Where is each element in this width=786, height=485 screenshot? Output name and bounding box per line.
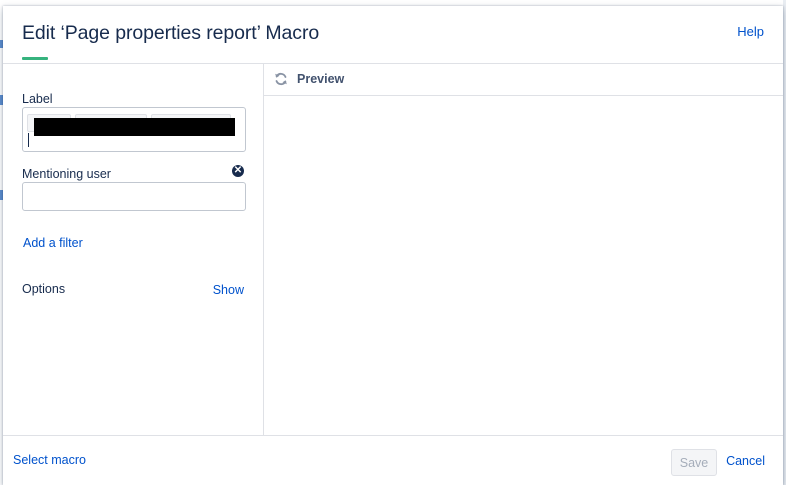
mentioning-user-input[interactable]: [22, 182, 246, 211]
label-input[interactable]: [22, 107, 246, 152]
mentioning-user-field-label: Mentioning user: [22, 167, 111, 181]
redacted-label-values: [34, 118, 235, 136]
dialog-footer: Select macro Save Cancel: [3, 435, 783, 485]
preview-title: Preview: [297, 72, 345, 86]
preview-panel: Preview: [264, 63, 783, 436]
dialog-header: Edit ‘Page properties report’ Macro Help: [3, 6, 783, 64]
macro-editor-dialog: Edit ‘Page properties report’ Macro Help…: [3, 6, 783, 485]
macro-parameters-panel: Label Mentioning user ✕ Add a filter Opt…: [3, 63, 264, 436]
show-options-link[interactable]: Show: [213, 283, 244, 297]
preview-header: Preview: [264, 63, 783, 96]
text-cursor: [28, 133, 29, 147]
refresh-icon[interactable]: [273, 71, 289, 87]
select-macro-link[interactable]: Select macro: [13, 453, 86, 467]
dialog-title: Edit ‘Page properties report’ Macro: [22, 22, 320, 44]
save-button[interactable]: Save: [671, 449, 717, 476]
options-label: Options: [22, 282, 66, 296]
add-filter-link[interactable]: Add a filter: [23, 236, 83, 250]
title-accent-underline: [22, 57, 48, 60]
cancel-link[interactable]: Cancel: [726, 454, 765, 468]
help-link[interactable]: Help: [737, 24, 764, 39]
dialog-body: Label Mentioning user ✕ Add a filter Opt…: [3, 63, 783, 436]
remove-filter-icon[interactable]: ✕: [232, 165, 244, 177]
label-field-label: Label: [22, 92, 53, 106]
